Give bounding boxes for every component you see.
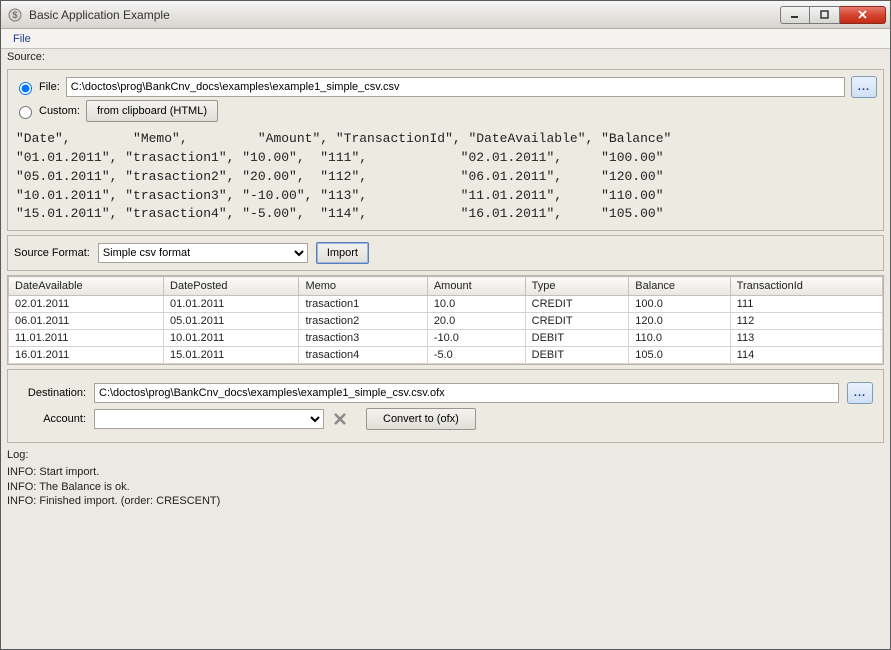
table-row[interactable]: 16.01.201115.01.2011trasaction4-5.0DEBIT… xyxy=(9,347,883,364)
source-file-label: File: xyxy=(39,81,60,93)
body: Source: File: ... Custom: from clipboard… xyxy=(1,49,890,649)
from-clipboard-button[interactable]: from clipboard (HTML) xyxy=(86,100,218,122)
format-label: Source Format: xyxy=(14,247,90,259)
destination-input[interactable] xyxy=(94,383,839,403)
result-table[interactable]: DateAvailableDatePostedMemoAmountTypeBal… xyxy=(8,276,883,364)
table-cell: 10.0 xyxy=(427,296,525,313)
source-browse-button[interactable]: ... xyxy=(851,76,877,98)
table-cell: 20.0 xyxy=(427,313,525,330)
table-row[interactable]: 02.01.201101.01.2011trasaction110.0CREDI… xyxy=(9,296,883,313)
table-cell: trasaction2 xyxy=(299,313,427,330)
titlebar: $ Basic Application Example xyxy=(1,1,890,29)
table-row[interactable]: 06.01.201105.01.2011trasaction220.0CREDI… xyxy=(9,313,883,330)
column-header[interactable]: DateAvailable xyxy=(9,277,164,296)
column-header[interactable]: Balance xyxy=(629,277,730,296)
table-cell: trasaction4 xyxy=(299,347,427,364)
table-cell: -10.0 xyxy=(427,330,525,347)
source-label: Source: xyxy=(7,49,884,65)
convert-button[interactable]: Convert to (ofx) xyxy=(366,408,476,430)
table-cell: 120.0 xyxy=(629,313,730,330)
table-cell: DEBIT xyxy=(525,347,629,364)
table-cell: CREDIT xyxy=(525,296,629,313)
import-button[interactable]: Import xyxy=(316,242,369,264)
table-cell: 105.0 xyxy=(629,347,730,364)
menu-file[interactable]: File xyxy=(5,31,39,47)
table-cell: DEBIT xyxy=(525,330,629,347)
source-file-radio-input[interactable] xyxy=(19,82,32,95)
svg-text:$: $ xyxy=(12,10,17,20)
log-text: INFO: Start import. INFO: The Balance is… xyxy=(7,461,884,508)
column-header[interactable]: Memo xyxy=(299,277,427,296)
destination-browse-button[interactable]: ... xyxy=(847,382,873,404)
source-file-radio[interactable]: File: xyxy=(14,79,60,95)
clear-account-icon[interactable] xyxy=(332,411,348,427)
destination-label: Destination: xyxy=(18,387,86,399)
table-cell: 113 xyxy=(730,330,882,347)
source-custom-radio[interactable]: Custom: xyxy=(14,103,80,119)
destination-panel: Destination: ... Account: Convert to (of… xyxy=(7,369,884,443)
table-cell: 15.01.2011 xyxy=(164,347,299,364)
table-cell: 05.01.2011 xyxy=(164,313,299,330)
table-row[interactable]: 11.01.201110.01.2011trasaction3-10.0DEBI… xyxy=(9,330,883,347)
table-cell: 01.01.2011 xyxy=(164,296,299,313)
window-controls xyxy=(780,6,886,24)
table-cell: 16.01.2011 xyxy=(9,347,164,364)
table-cell: 111 xyxy=(730,296,882,313)
app-window: $ Basic Application Example File Source:… xyxy=(0,0,891,650)
account-label: Account: xyxy=(18,413,86,425)
log-label: Log: xyxy=(7,449,884,461)
column-header[interactable]: Amount xyxy=(427,277,525,296)
table-cell: trasaction1 xyxy=(299,296,427,313)
table-cell: 11.01.2011 xyxy=(9,330,164,347)
window-title: Basic Application Example xyxy=(29,8,780,22)
source-preview: "Date", "Memo", "Amount", "TransactionId… xyxy=(14,124,877,226)
table-cell: 02.01.2011 xyxy=(9,296,164,313)
column-header[interactable]: DatePosted xyxy=(164,277,299,296)
menubar: File xyxy=(1,29,890,49)
column-header[interactable]: TransactionId xyxy=(730,277,882,296)
log-panel: Log: INFO: Start import. INFO: The Balan… xyxy=(7,447,884,643)
source-format-select[interactable]: Simple csv format xyxy=(98,243,308,263)
result-grid: DateAvailableDatePostedMemoAmountTypeBal… xyxy=(7,275,884,365)
table-cell: CREDIT xyxy=(525,313,629,330)
table-cell: trasaction3 xyxy=(299,330,427,347)
table-cell: 10.01.2011 xyxy=(164,330,299,347)
close-button[interactable] xyxy=(840,6,886,24)
table-cell: 112 xyxy=(730,313,882,330)
maximize-button[interactable] xyxy=(810,6,840,24)
table-cell: 100.0 xyxy=(629,296,730,313)
column-header[interactable]: Type xyxy=(525,277,629,296)
source-file-input[interactable] xyxy=(66,77,845,97)
table-cell: 06.01.2011 xyxy=(9,313,164,330)
table-cell: 110.0 xyxy=(629,330,730,347)
source-custom-radio-input[interactable] xyxy=(19,106,32,119)
source-custom-label: Custom: xyxy=(39,105,80,117)
table-cell: 114 xyxy=(730,347,882,364)
format-panel: Source Format: Simple csv format Import xyxy=(7,235,884,271)
minimize-button[interactable] xyxy=(780,6,810,24)
table-cell: -5.0 xyxy=(427,347,525,364)
account-select[interactable] xyxy=(94,409,324,429)
app-icon: $ xyxy=(7,7,23,23)
source-panel: File: ... Custom: from clipboard (HTML) … xyxy=(7,69,884,231)
